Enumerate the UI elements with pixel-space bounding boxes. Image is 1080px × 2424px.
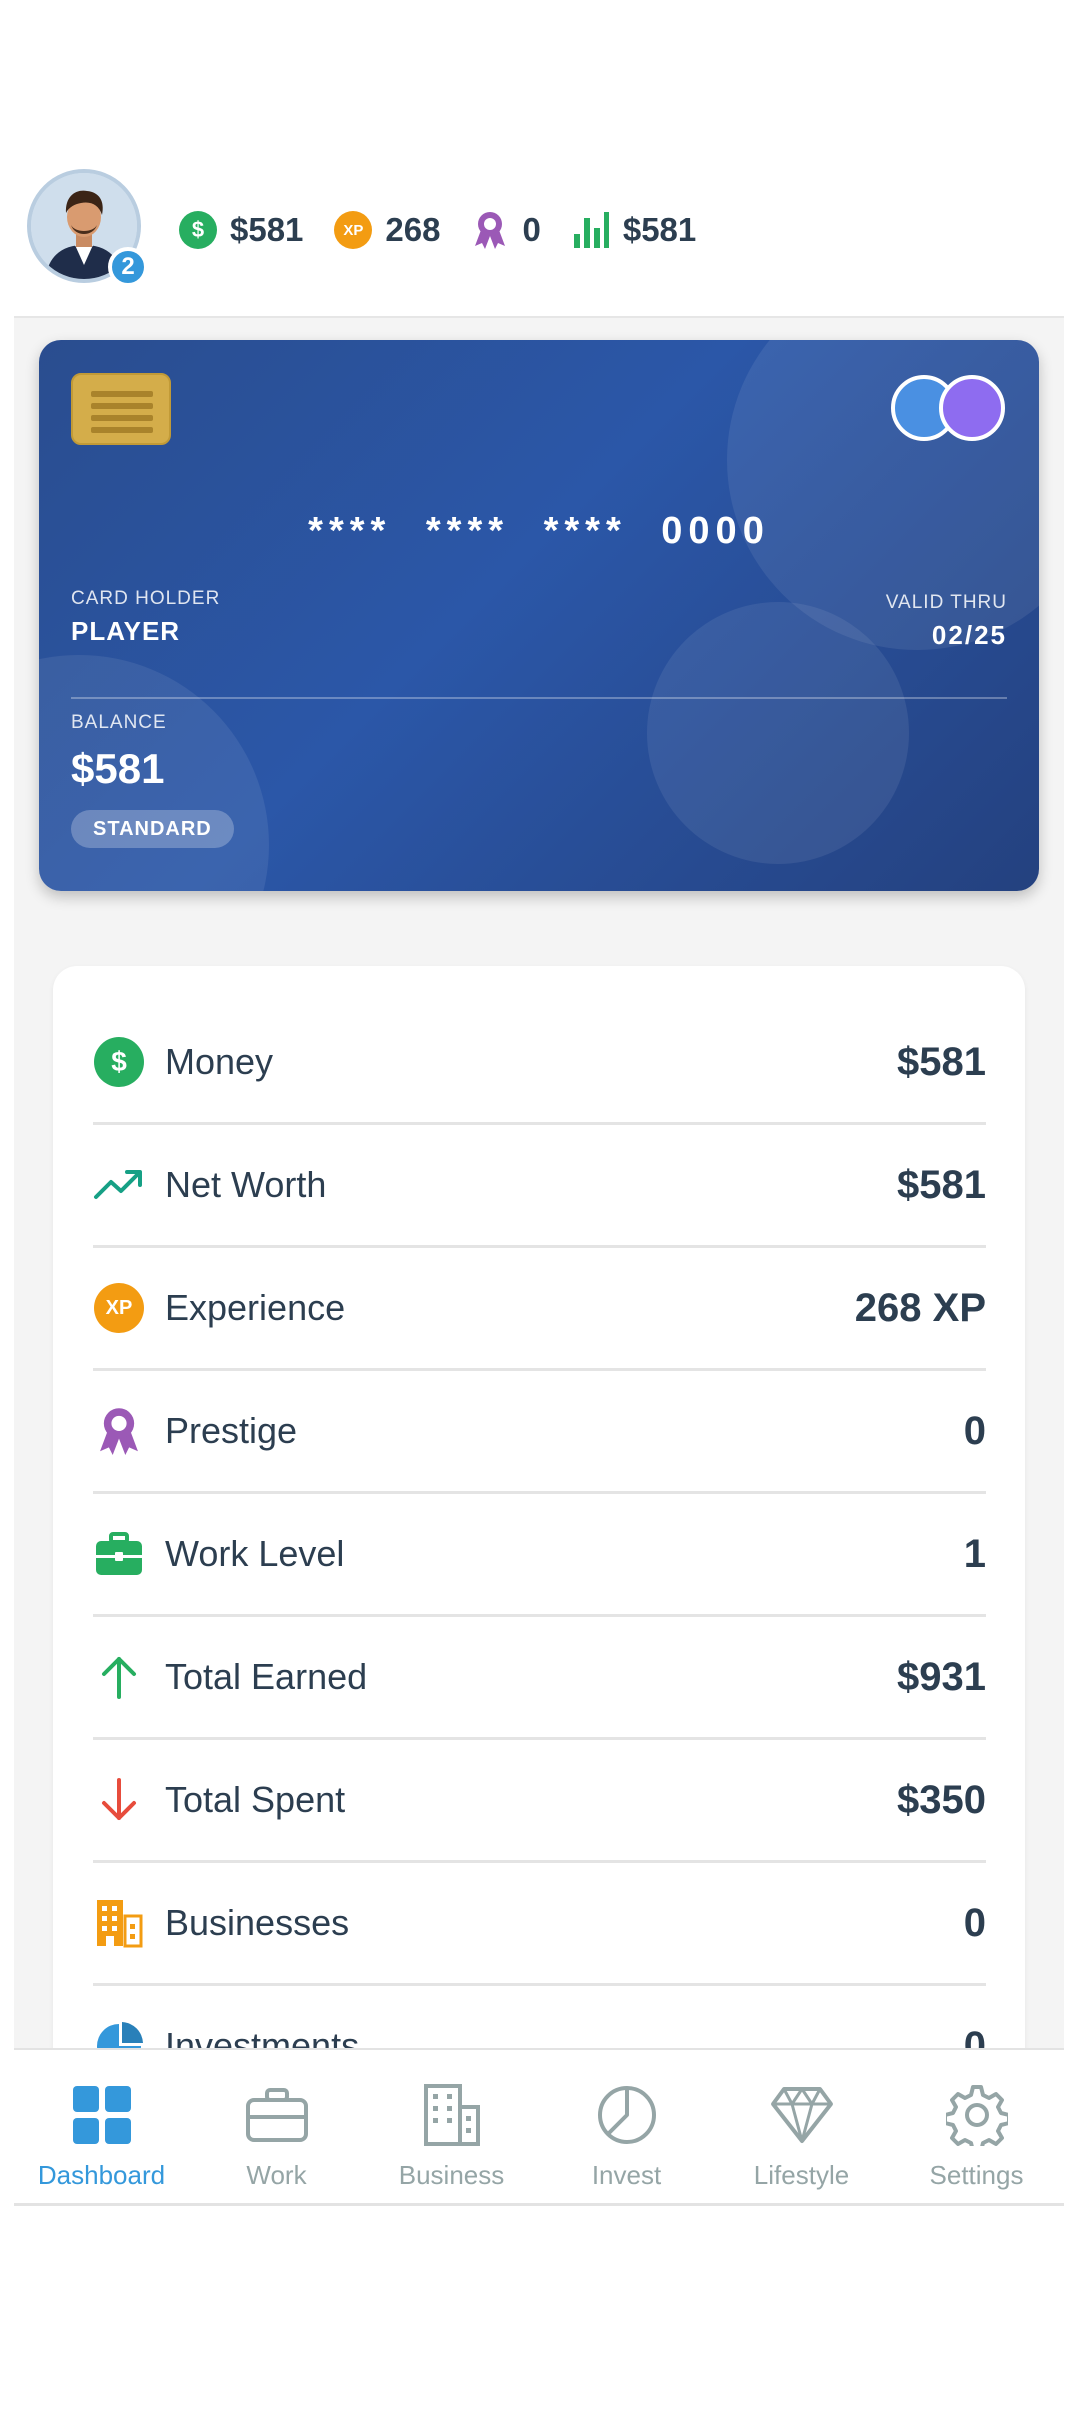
list-item-value: 0 [963, 1900, 986, 1945]
card-divider [71, 697, 1007, 699]
header-prestige-value: 0 [522, 211, 541, 248]
nav-label: Settings [929, 2160, 1024, 2190]
card-tier-badge: STANDARD [71, 810, 234, 848]
card-valid-label: VALID THRU [885, 592, 1007, 613]
list-item-prestige[interactable]: Prestige 0 [93, 1371, 986, 1494]
list-item-value: 268 XP [854, 1285, 986, 1330]
bar-chart-icon [571, 210, 611, 250]
list-item-value: 0 [963, 1408, 986, 1453]
building-icon [419, 2082, 485, 2148]
list-item-experience[interactable]: XP Experience 268 XP [93, 1248, 986, 1371]
card-network-logo [891, 373, 1007, 443]
list-item-investments[interactable]: Investments 0 [93, 1986, 986, 2048]
list-item-label: Prestige [165, 1410, 298, 1451]
list-item-value: 0 [963, 2023, 986, 2049]
bottom-navigation: Dashboard Work Business Invest Lifestyle… [14, 2048, 1064, 2206]
list-item-value: $931 [897, 1654, 986, 1699]
header-stat-prestige[interactable]: 0 [470, 210, 541, 250]
nav-label: Business [398, 2160, 505, 2190]
card-number: **** **** **** 0000 [308, 510, 770, 552]
list-item-label: Net Worth [165, 1164, 327, 1205]
briefcase-icon [93, 1528, 145, 1580]
list-item-money[interactable]: $ Money $581 [93, 1002, 986, 1125]
nav-label: Invest [591, 2160, 662, 2190]
header-stat-money[interactable]: $ $581 [178, 210, 303, 250]
nav-label: Dashboard [37, 2160, 166, 2190]
pie-chart-icon [594, 2082, 660, 2148]
dollar-coin-icon: $ [93, 1036, 145, 1088]
card-holder-label: CARD HOLDER [71, 588, 221, 609]
gear-icon [944, 2082, 1010, 2148]
nav-tab-lifestyle[interactable]: Lifestyle [714, 2050, 889, 2203]
header-money-value: $581 [230, 211, 304, 248]
nav-label: Work [246, 2160, 307, 2190]
list-item-total-spent[interactable]: Total Spent $350 [93, 1740, 986, 1863]
list-item-label: Experience [165, 1287, 346, 1328]
list-item-net-worth[interactable]: Net Worth $581 [93, 1125, 986, 1248]
nav-tab-work[interactable]: Work [189, 2050, 364, 2203]
list-item-total-earned[interactable]: Total Earned $931 [93, 1617, 986, 1740]
list-item-label: Total Spent [165, 1779, 346, 1820]
card-decoration [647, 602, 909, 864]
nav-tab-settings[interactable]: Settings [889, 2050, 1064, 2203]
prestige-ribbon-icon [470, 210, 510, 250]
buildings-icon [93, 1897, 145, 1949]
list-item-label: Work Level [165, 1533, 345, 1574]
arrow-down-icon [93, 1774, 145, 1826]
arrow-up-icon [93, 1651, 145, 1703]
dashboard-icon [69, 2082, 135, 2148]
list-item-value: 1 [963, 1531, 986, 1576]
pie-chart-icon [93, 2020, 145, 2048]
nav-tab-business[interactable]: Business [364, 2050, 539, 2203]
top-status-bar: 2 $ $581 XP 268 0 $581 [0, 0, 1080, 320]
list-item-label: Investments [165, 2025, 360, 2048]
dashboard-scroll-area[interactable]: **** **** **** 0000 CARD HOLDER PLAYER V… [14, 316, 1064, 2048]
nav-label: Lifestyle [753, 2160, 850, 2190]
card-valid-date: 02/25 [931, 620, 1007, 650]
header-networth-value: $581 [622, 211, 697, 248]
nav-tab-invest[interactable]: Invest [539, 2050, 714, 2203]
xp-coin-icon: XP [93, 1282, 145, 1334]
dollar-coin-icon: $ [178, 210, 218, 250]
bank-card[interactable]: **** **** **** 0000 CARD HOLDER PLAYER V… [39, 340, 1039, 891]
briefcase-icon [244, 2082, 310, 2148]
stats-list: $ Money $581 Net Worth $581 XP Experienc… [53, 966, 1025, 2048]
card-chip-icon [71, 373, 171, 445]
xp-coin-icon: XP [333, 210, 373, 250]
card-holder-name: PLAYER [71, 616, 181, 646]
diamond-icon [769, 2082, 835, 2148]
header-stat-networth[interactable]: $581 [571, 210, 696, 250]
nav-tab-dashboard[interactable]: Dashboard [14, 2050, 189, 2203]
header-stat-xp[interactable]: XP 268 [333, 210, 440, 250]
list-item-label: Money [165, 1041, 274, 1082]
trending-up-icon [93, 1159, 145, 1211]
list-item-value: $581 [897, 1039, 986, 1084]
list-item-label: Businesses [165, 1902, 350, 1943]
card-balance-label: BALANCE [71, 712, 167, 733]
card-balance: $581 [71, 745, 165, 792]
prestige-ribbon-icon [93, 1405, 145, 1457]
header-stats: $ $581 XP 268 0 $581 [178, 200, 726, 260]
list-item-value: $350 [897, 1777, 986, 1822]
list-item-businesses[interactable]: Businesses 0 [93, 1863, 986, 1986]
list-item-value: $581 [897, 1162, 986, 1207]
list-item-label: Total Earned [165, 1656, 368, 1697]
level-badge: 2 [108, 247, 148, 287]
list-item-work-level[interactable]: Work Level 1 [93, 1494, 986, 1617]
header-xp-value: 268 [385, 211, 441, 248]
